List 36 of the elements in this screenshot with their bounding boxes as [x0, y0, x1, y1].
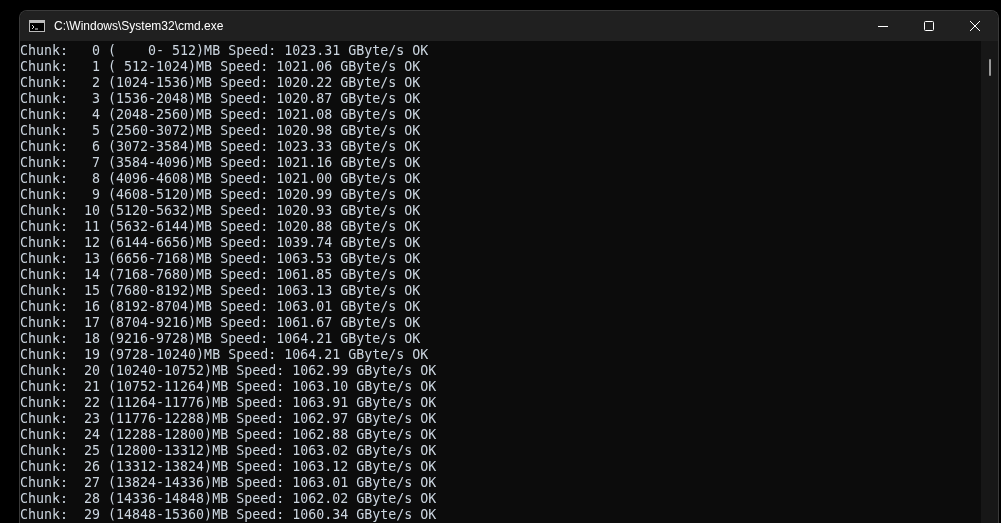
console-line: Chunk: 15 (7680-8192)MB Speed: 1063.13 GByte/s OK — [20, 283, 422, 299]
console-line: Chunk: 18 (9216-9728)MB Speed: 1064.21 GByte/s OK — [20, 331, 422, 347]
console-line: Chunk: 14 (7168-7680)MB Speed: 1061.85 GByte/s OK — [20, 267, 422, 283]
console-line: Chunk: 29 (14848-15360)MB Speed: 1060.34 GByte/s OK — [20, 507, 438, 523]
console-line: Chunk: 9 (4608-5120)MB Speed: 1020.99 GByte/s OK — [20, 187, 422, 203]
console-line: Chunk: 26 (13312-13824)MB Speed: 1063.12 GByte/s OK — [20, 459, 438, 475]
console-line: Chunk: 25 (12800-13312)MB Speed: 1063.02 GByte/s OK — [20, 443, 438, 459]
console-line: Chunk: 0 ( 0- 512)MB Speed: 1023.31 GByte/s OK — [20, 43, 430, 59]
console-line: Chunk: 16 (8192-8704)MB Speed: 1063.01 GByte/s OK — [20, 299, 422, 315]
console-line: Chunk: 22 (11264-11776)MB Speed: 1063.91 GByte/s OK — [20, 395, 438, 411]
console-line: Chunk: 3 (1536-2048)MB Speed: 1020.87 GByte/s OK — [20, 91, 422, 107]
console-line: Chunk: 12 (6144-6656)MB Speed: 1039.74 GByte/s OK — [20, 235, 422, 251]
console-line: Chunk: 20 (10240-10752)MB Speed: 1062.99 GByte/s OK — [20, 363, 438, 379]
console-line: Chunk: 13 (6656-7168)MB Speed: 1063.53 GByte/s OK — [20, 251, 422, 267]
console-line: Chunk: 27 (13824-14336)MB Speed: 1063.01 GByte/s OK — [20, 475, 438, 491]
console-line: Chunk: 8 (4096-4608)MB Speed: 1021.00 GByte/s OK — [20, 171, 422, 187]
console-line: Chunk: 23 (11776-12288)MB Speed: 1062.97 GByte/s OK — [20, 411, 438, 427]
console-line: Chunk: 1 ( 512-1024)MB Speed: 1021.06 GByte/s OK — [20, 59, 422, 75]
scrollbar[interactable] — [981, 41, 998, 523]
close-icon — [970, 21, 980, 31]
window-title: C:\Windows\System32\cmd.exe — [54, 19, 224, 33]
console-line: Chunk: 17 (8704-9216)MB Speed: 1061.67 GByte/s OK — [20, 315, 422, 331]
console-line: Chunk: 2 (1024-1536)MB Speed: 1020.22 GByte/s OK — [20, 75, 422, 91]
console-line: Chunk: 4 (2048-2560)MB Speed: 1021.08 GByte/s OK — [20, 107, 422, 123]
maximize-icon — [924, 21, 934, 31]
console-line: Chunk: 11 (5632-6144)MB Speed: 1020.88 GByte/s OK — [20, 219, 422, 235]
console-line: Chunk: 21 (10752-11264)MB Speed: 1063.10 GByte/s OK — [20, 379, 438, 395]
console-line: Chunk: 5 (2560-3072)MB Speed: 1020.98 GByte/s OK — [20, 123, 422, 139]
console-line: Chunk: 19 (9728-10240)MB Speed: 1064.21 GByte/s OK — [20, 347, 430, 363]
scrollbar-thumb[interactable] — [988, 59, 991, 76]
console-line: Chunk: 28 (14336-14848)MB Speed: 1062.02 GByte/s OK — [20, 491, 438, 507]
console-line: Chunk: 24 (12288-12800)MB Speed: 1062.88 GByte/s OK — [20, 427, 438, 443]
console-line: Chunk: 7 (3584-4096)MB Speed: 1021.16 GByte/s OK — [20, 155, 422, 171]
terminal-icon — [29, 20, 45, 32]
console-line: Chunk: 6 (3072-3584)MB Speed: 1023.33 GByte/s OK — [20, 139, 422, 155]
console-line: Chunk: 10 (5120-5632)MB Speed: 1020.93 GByte/s OK — [20, 203, 422, 219]
